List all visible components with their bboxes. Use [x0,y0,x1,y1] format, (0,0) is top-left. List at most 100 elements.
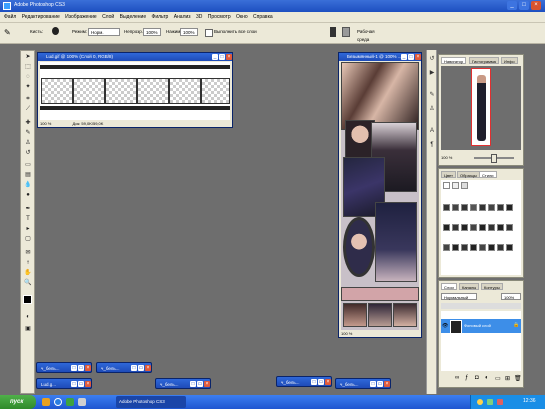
workspace-menu[interactable]: Рабочая среда [355,28,389,42]
restore-icon[interactable]: □ [71,365,77,371]
minimized-window[interactable]: ч_бель... □ ▭ × [36,362,92,373]
eyedropper-tool-icon[interactable]: ⟊ [23,259,33,267]
link-layers-icon[interactable]: ∞ [455,375,459,381]
menu-select[interactable]: Выделение [120,12,147,22]
style-swatch[interactable] [470,224,477,231]
minimized-window[interactable]: Lud.g... □ ▭ × [36,378,92,389]
document-window-lud[interactable]: Lud.gif @ 100% (Слой 0, RGB/8) _ □ × 100… [37,52,233,128]
tab-navigator[interactable]: Навигатор [441,57,467,64]
gradient-tool-icon[interactable]: ▤ [23,171,33,179]
notes-tool-icon[interactable]: ✉ [23,249,33,257]
layer-opacity-field[interactable]: 100% [501,293,521,300]
style-swatch[interactable] [461,204,468,211]
style-swatch[interactable] [452,224,459,231]
maximize-button[interactable]: □ [519,1,529,10]
style-swatch[interactable] [443,182,450,189]
start-button[interactable]: пуск [0,395,36,409]
doc1-maximize-button[interactable]: □ [219,54,225,60]
menu-help[interactable]: Справка [253,12,273,22]
style-swatch[interactable] [479,224,486,231]
restore-icon[interactable]: □ [131,365,137,371]
doc1-title-bar[interactable]: Lud.gif @ 100% (Слой 0, RGB/8) [38,53,232,61]
close-icon[interactable]: × [85,365,91,371]
menu-view[interactable]: Просмотр [208,12,231,22]
clone-source-icon[interactable]: ♙ [428,104,436,114]
maximize-icon[interactable]: ▭ [197,381,203,387]
character-panel-icon[interactable]: A [428,126,436,136]
doc2-canvas[interactable] [341,62,419,330]
brush-preset-picker[interactable] [52,27,59,35]
blend-mode-select[interactable]: Нормальный [441,293,477,300]
new-layer-icon[interactable]: ⊞ [505,375,510,382]
shape-tool-icon[interactable]: ▢ [23,235,33,243]
slice-tool-icon[interactable]: ⟋ [23,105,33,113]
quick-mask-icon[interactable]: ◐ [23,313,33,321]
opacity-field[interactable]: 100% [143,28,161,36]
style-swatch[interactable] [452,182,459,189]
dodge-tool-icon[interactable]: ● [23,191,33,199]
fx-icon[interactable]: ƒ [465,375,468,381]
menu-3d[interactable]: 3D [196,12,202,22]
tab-channels[interactable]: Каналы [459,283,480,290]
eye-icon[interactable]: 👁 [442,323,448,329]
navigator-zoom[interactable]: 100 % [441,155,452,160]
doc2-zoom[interactable]: 100 % [341,331,352,336]
brush-tool-icon[interactable]: ✎ [4,28,11,37]
mode-select[interactable]: Норм. [88,28,120,36]
trash-icon[interactable]: 🗑 [514,375,522,382]
path-select-icon[interactable]: ▸ [23,225,33,233]
paragraph-panel-icon[interactable]: ¶ [428,140,436,150]
tab-info[interactable]: Инфо [501,57,518,64]
style-swatch[interactable] [506,224,513,231]
restore-icon[interactable]: □ [311,379,317,385]
layer-name[interactable]: Фоновый слой [464,323,491,328]
minimized-window[interactable]: ч_бель... □ ▭ × [96,362,152,373]
brush-tool-icon-box[interactable]: ✎ [23,129,33,137]
doc1-canvas[interactable] [40,62,230,120]
tray-icon[interactable] [487,399,493,405]
doc1-zoom[interactable]: 100 % [40,121,51,126]
minimize-button[interactable]: _ [507,1,517,10]
maximize-icon[interactable]: ▭ [318,379,324,385]
blur-tool-icon[interactable]: 💧 [23,181,33,189]
tray-icon[interactable] [497,399,503,405]
taskbar-task-photoshop[interactable]: Adobe Photoshop CS3 [116,396,186,408]
menu-window[interactable]: Окно [236,12,248,22]
maximize-icon[interactable]: ▭ [78,381,84,387]
lasso-tool-icon[interactable]: ◌ [23,73,33,81]
maximize-icon[interactable]: ▭ [138,365,144,371]
style-swatch[interactable] [497,244,504,251]
restore-icon[interactable]: □ [190,381,196,387]
menu-analysis[interactable]: Анализ [174,12,191,22]
style-swatch[interactable] [443,224,450,231]
marquee-tool-icon[interactable]: ⬚ [23,63,33,71]
pen-tool-icon[interactable]: ✒ [23,205,33,213]
mask-icon[interactable]: ◘ [475,375,479,381]
style-swatch[interactable] [443,204,450,211]
menu-filter[interactable]: Фильтр [152,12,169,22]
tab-layers[interactable]: Слои [441,283,457,290]
close-icon[interactable]: × [145,365,151,371]
close-icon[interactable]: × [384,381,390,387]
menu-file[interactable]: Файл [4,12,16,22]
close-icon[interactable]: × [325,379,331,385]
quicklaunch-icon[interactable] [54,398,62,406]
restore-icon[interactable]: □ [71,381,77,387]
stamp-tool-icon[interactable]: ♙ [23,139,33,147]
menu-layer[interactable]: Слой [102,12,114,22]
tab-color[interactable]: Цвет [441,171,456,178]
navigator-view-box[interactable] [471,68,491,146]
style-swatch[interactable] [506,244,513,251]
quicklaunch-icon[interactable] [66,398,74,406]
quicklaunch-icon[interactable] [42,398,50,406]
style-swatch[interactable] [488,224,495,231]
history-brush-icon[interactable]: ↺ [23,149,33,157]
document-window-collage[interactable]: Безымянный-1 @ 100% ... _ □ × 100 % [338,52,422,338]
history-panel-icon[interactable]: ↺ [428,54,436,64]
close-icon[interactable]: × [204,381,210,387]
style-swatch[interactable] [452,204,459,211]
style-swatch[interactable] [479,204,486,211]
maximize-icon[interactable]: ▭ [78,365,84,371]
doc1-close-button[interactable]: × [226,54,232,60]
style-swatch[interactable] [470,244,477,251]
